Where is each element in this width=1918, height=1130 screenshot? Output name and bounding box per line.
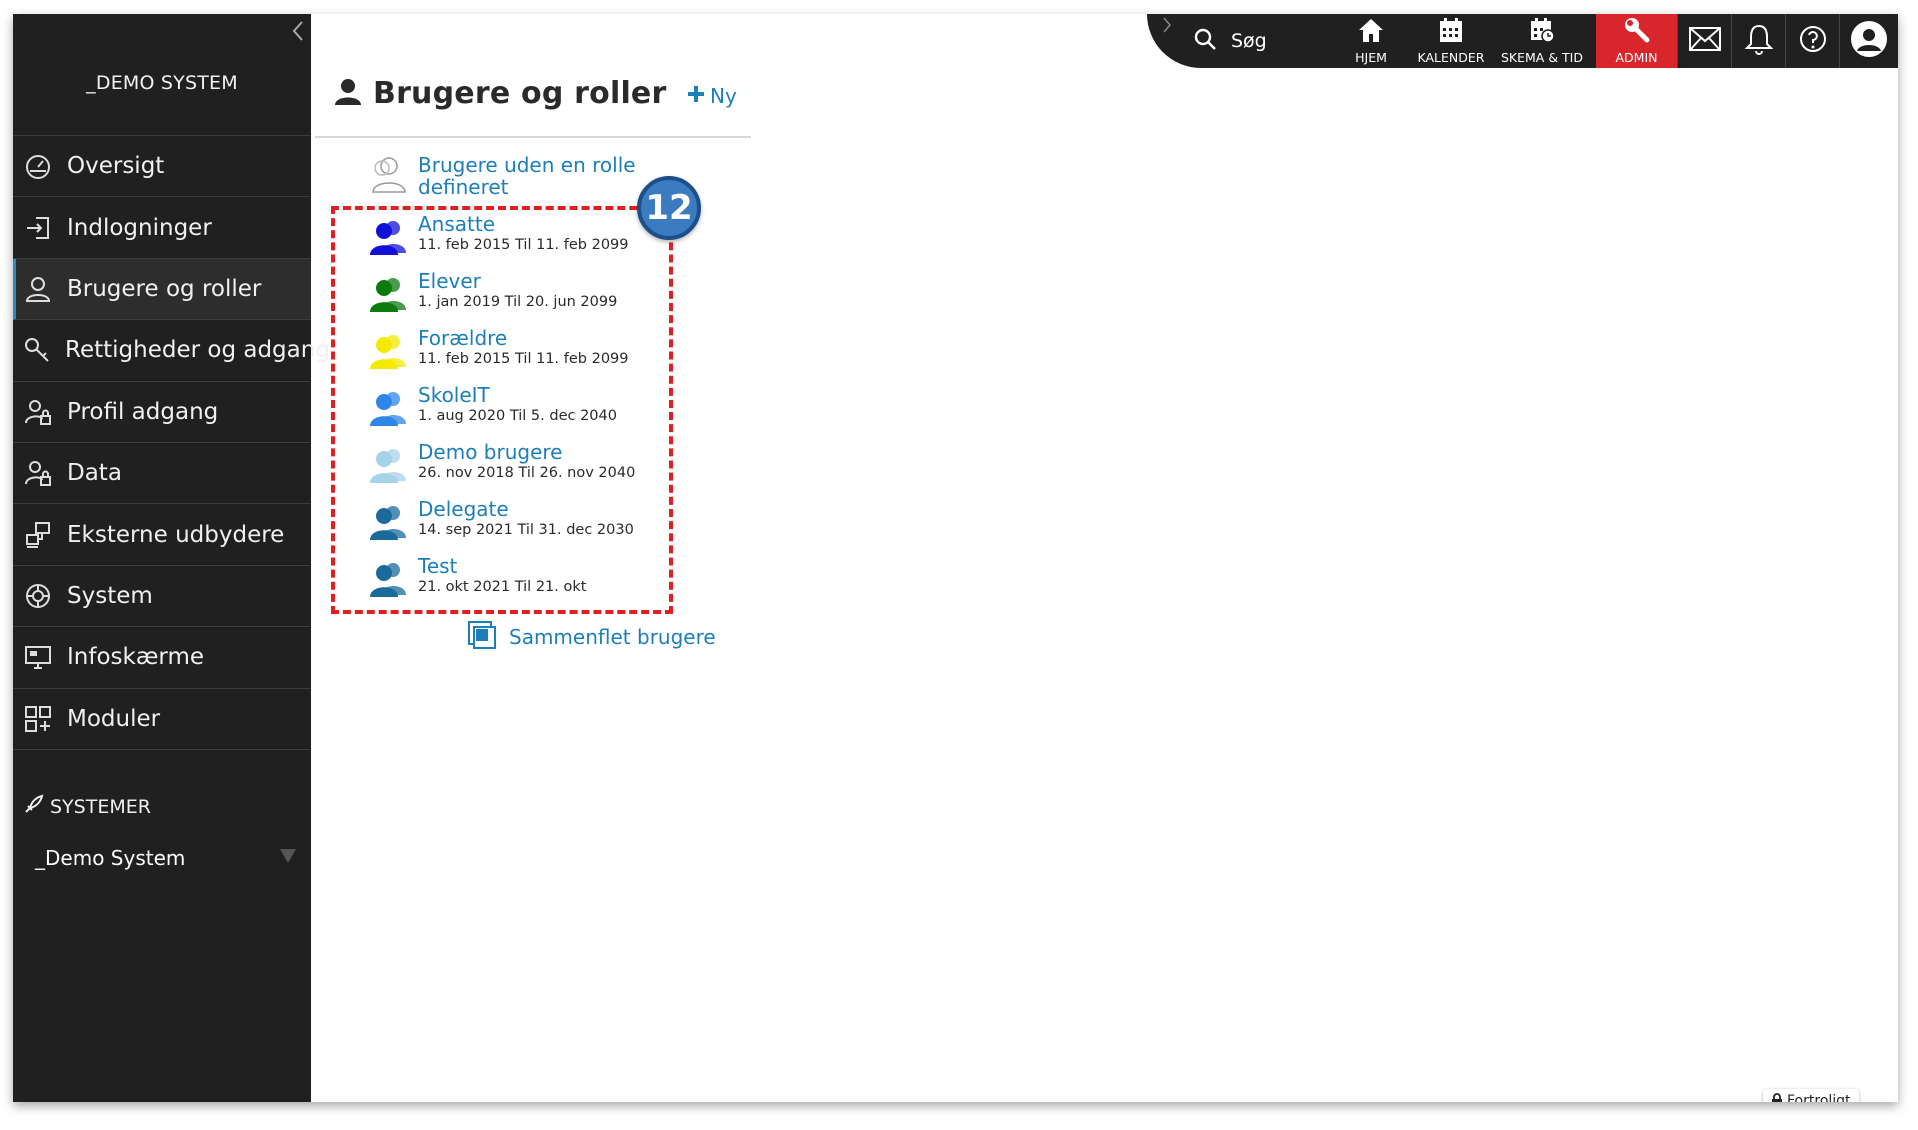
help-icon [1798,24,1828,58]
user-outline-icon [368,154,408,198]
key-icon [23,335,51,365]
system-select-value: _Demo System [35,846,186,870]
sidebar-item-label: Infoskærme [67,644,205,671]
login-icon [23,213,53,243]
confidential-badge: Fortroligt [1763,1089,1859,1102]
system-icon [23,581,53,611]
lock-icon [1771,1092,1783,1102]
sidebar-item-infoskaerme[interactable]: Infoskærme [13,627,311,689]
sidebar-item-brugere-og-roller[interactable]: Brugere og roller [13,258,311,321]
external-providers-icon [23,520,53,550]
system-select[interactable]: _Demo System [35,846,297,870]
sidebar-item-rettigheder-og-adgang[interactable]: Rettigheder og adgang [13,320,330,382]
system-title: _DEMO SYSTEM [86,72,238,94]
dashboard-icon [23,151,53,181]
sidebar-item-label: Moduler [67,705,161,732]
admin-button[interactable]: ADMIN [1596,14,1677,68]
step-badge: 12 [637,176,701,240]
help-button[interactable] [1785,14,1839,68]
page-title: Brugere og roller [373,76,667,111]
sidebar-item-label: Indlogninger [67,214,212,241]
merge-icon [467,620,497,654]
dropdown-triangle-icon [279,848,297,868]
users-without-role-link[interactable]: Brugere uden en rolle defineret [368,154,648,198]
user-icon [333,77,363,111]
schedule-label: SKEMA & TID [1500,50,1583,65]
sidebar-item-data[interactable]: Data [13,443,311,505]
plus-icon [686,84,706,108]
sidebar-item-label: System [67,582,153,609]
sidebar-nav: Oversigt Indlogninger Brugere og roller … [13,135,330,750]
admin-label: ADMIN [1615,50,1658,65]
data-lock-icon [23,458,53,488]
home-icon [1357,16,1385,48]
notifications-button[interactable] [1731,14,1785,68]
app-window: _DEMO SYSTEM Oversigt Indlogninger Bruge… [13,14,1898,1102]
sidebar-item-label: Oversigt [67,153,165,180]
sidebar-item-eksterne-udbydere[interactable]: Eksterne udbydere [13,504,311,566]
collapse-sidebar-icon[interactable] [291,20,305,42]
rocket-icon [22,794,44,820]
search-label: Søg [1231,30,1267,52]
sidebar-item-label: Eksterne udbydere [67,521,285,548]
top-bar: Søg HJEM KALENDER SKEMA & TID ADMIN [1147,14,1898,68]
profile-button[interactable] [1839,14,1898,68]
sidebar-item-indlogninger[interactable]: Indlogninger [13,197,311,259]
new-button[interactable]: Ny [686,84,737,108]
sidebar-item-moduler[interactable]: Moduler [13,689,311,750]
highlight-box [331,206,673,614]
schedule-icon [1528,16,1556,48]
avatar-icon [1850,20,1888,62]
monitor-icon [23,642,53,672]
sidebar-item-profil-adgang[interactable]: Profil adgang [13,382,311,443]
chevron-right-icon[interactable] [1161,16,1173,38]
profile-lock-icon [23,397,53,427]
divider [315,136,751,138]
calendar-label: KALENDER [1417,50,1485,65]
mail-icon [1688,26,1722,56]
sidebar-item-label: Data [67,460,122,487]
systemer-header: SYSTEMER [22,794,151,820]
home-button[interactable]: HJEM [1345,14,1397,68]
sidebar-item-label: Brugere og roller [67,275,262,302]
mail-button[interactable] [1677,14,1731,68]
search-button[interactable]: Søg [1193,22,1267,60]
sidebar-item-label: Rettigheder og adgang [65,337,330,364]
confidential-label: Fortroligt [1787,1093,1851,1102]
wrench-icon [1623,16,1651,48]
merge-users-label: Sammenflet brugere [509,625,716,649]
sidebar-item-system[interactable]: System [13,566,311,628]
modules-icon [23,704,53,734]
user-icon [23,274,53,304]
search-icon [1193,27,1217,55]
merge-users-link[interactable]: Sammenflet brugere [467,620,716,654]
page-header: Brugere og roller [333,76,666,111]
schedule-button[interactable]: SKEMA & TID [1499,14,1585,68]
sidebar-item-label: Profil adgang [67,398,219,425]
calendar-button[interactable]: KALENDER [1407,14,1495,68]
systemer-label: SYSTEMER [50,796,151,818]
bell-icon [1744,23,1774,59]
users-without-role-label: Brugere uden en rolle defineret [418,153,636,199]
new-button-label: Ny [710,84,737,108]
calendar-icon [1437,16,1465,48]
home-label: HJEM [1355,50,1387,65]
sidebar-item-oversigt[interactable]: Oversigt [13,136,311,198]
sidebar: _DEMO SYSTEM Oversigt Indlogninger Bruge… [13,14,330,1102]
